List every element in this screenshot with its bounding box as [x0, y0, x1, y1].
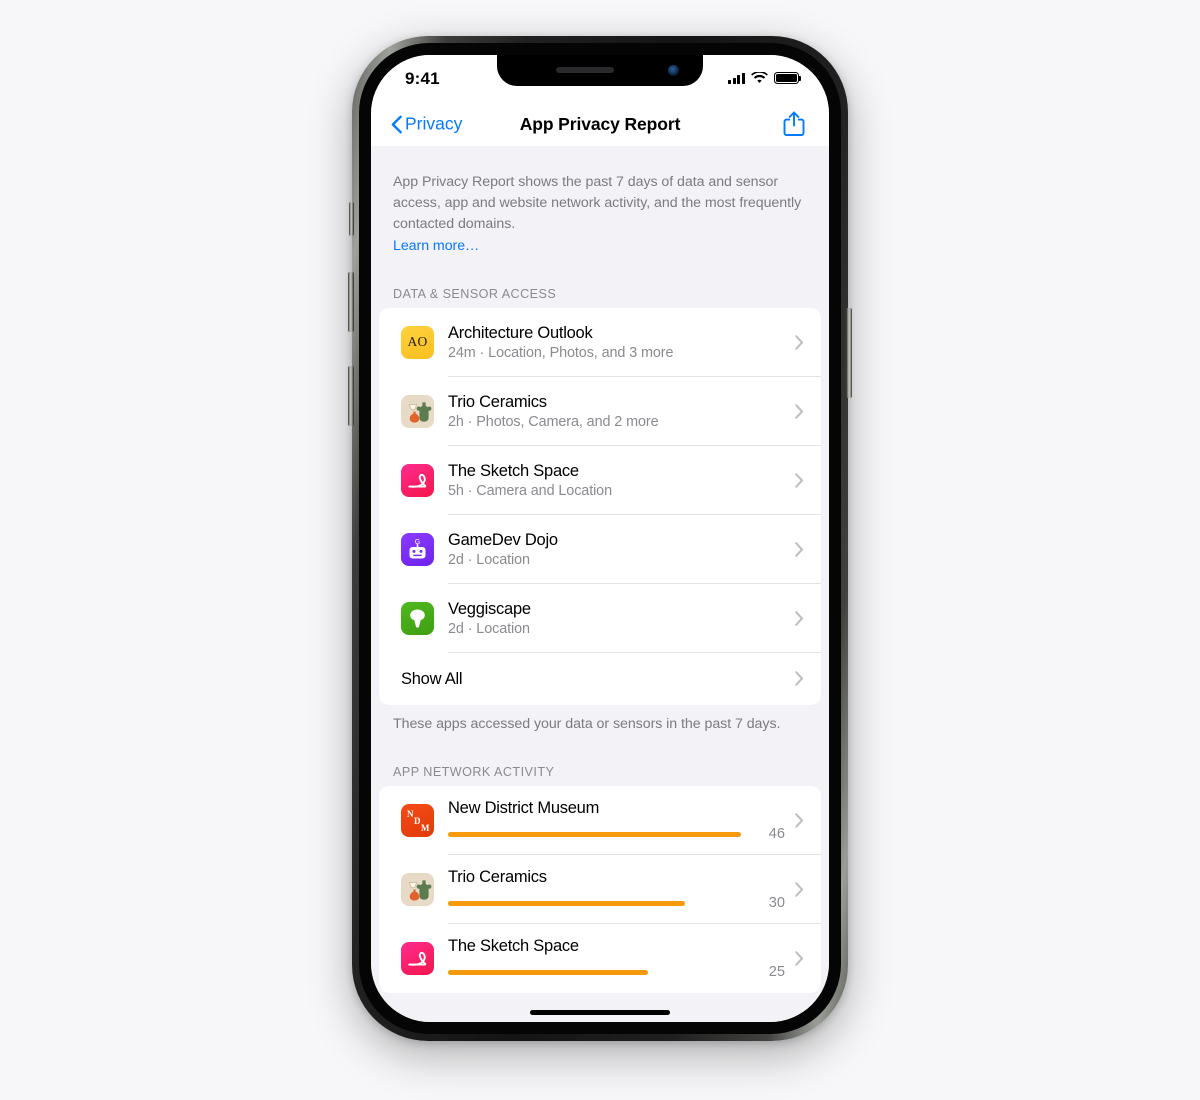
chevron-right-icon: [795, 472, 804, 488]
section-header-data-sensor-access: DATA & SENSOR ACCESS: [393, 286, 557, 301]
list-item-the-sketch-space-network[interactable]: The Sketch Space 25: [379, 924, 821, 993]
bar-fill: [448, 969, 648, 975]
list-item-the-sketch-space[interactable]: The Sketch Space 5h · Camera and Locatio…: [379, 446, 821, 515]
data-sensor-access-footnote: These apps accessed your data or sensors…: [393, 716, 781, 733]
page-content[interactable]: App Privacy Report shows the past 7 days…: [371, 146, 829, 1022]
network-activity-value: 30: [768, 895, 785, 912]
network-activity-value: 25: [768, 964, 785, 981]
cellular-signal-icon: [728, 72, 745, 84]
data-sensor-access-list: AO Architecture Outlook 24m · Location, …: [379, 307, 821, 706]
network-activity-bar: 25: [448, 964, 785, 980]
list-item-body: The Sketch Space 25: [448, 936, 795, 980]
front-camera-icon: [668, 65, 679, 76]
the-sketch-space-app-icon: [401, 463, 434, 497]
status-bar-clock: 9:41: [405, 69, 440, 88]
chevron-left-icon: [391, 115, 402, 133]
power-button[interactable]: [846, 308, 852, 398]
battery-full-icon: [774, 72, 802, 84]
list-item-body: The Sketch Space 5h · Camera and Locatio…: [448, 461, 795, 500]
app-name: GameDev Dojo: [448, 530, 558, 549]
show-all-label: Show All: [401, 669, 463, 688]
list-item-trio-ceramics-network[interactable]: Trio Ceramics 30: [379, 855, 821, 924]
show-all-body: Show All: [401, 669, 795, 690]
chevron-right-icon: [795, 610, 804, 626]
app-detail: 2d · Location: [448, 621, 530, 638]
iphone-device-frame: 9:41 Privacy App Privacy Report App Priv…: [348, 36, 852, 1041]
navigation-bar: Privacy App Privacy Report: [371, 102, 829, 146]
bar-track: [448, 969, 760, 975]
back-button-label: Privacy: [405, 113, 463, 134]
new-district-museum-app-icon: N D M: [401, 803, 434, 837]
app-detail: 2d · Location: [448, 552, 530, 569]
app-name: Trio Ceramics: [448, 392, 547, 411]
home-indicator[interactable]: [530, 1010, 670, 1015]
architecture-outlook-app-icon: AO: [401, 325, 434, 359]
the-sketch-space-app-icon: [401, 941, 434, 975]
network-activity-value: 46: [768, 826, 785, 843]
page-title: App Privacy Report: [519, 113, 681, 134]
volume-up-button[interactable]: [348, 272, 354, 332]
list-item-body: Trio Ceramics 30: [448, 867, 795, 911]
intro-text: App Privacy Report shows the past 7 days…: [393, 174, 802, 232]
share-icon[interactable]: [783, 111, 805, 137]
device-screen: 9:41 Privacy App Privacy Report App Priv…: [371, 55, 829, 1022]
chevron-right-icon: [795, 950, 804, 966]
network-activity-bar: 46: [448, 826, 785, 842]
list-item-body: Trio Ceramics 2h · Photos, Camera, and 2…: [448, 392, 795, 431]
app-name: Trio Ceramics: [448, 868, 547, 887]
trio-ceramics-app-icon: [401, 872, 434, 906]
screenshot-stage: 9:41 Privacy App Privacy Report App Priv…: [0, 0, 1200, 1100]
app-name: New District Museum: [448, 799, 600, 818]
learn-more-link[interactable]: Learn more…: [393, 236, 479, 257]
wifi-icon: [751, 72, 768, 83]
bar-fill: [448, 900, 685, 906]
chevron-right-icon: [795, 671, 804, 687]
app-name: The Sketch Space: [448, 461, 579, 480]
list-item-new-district-museum[interactable]: N D M New District Museum 46: [379, 786, 821, 855]
chevron-right-icon: [795, 334, 804, 350]
volume-down-button[interactable]: [348, 366, 354, 426]
chevron-right-icon: [795, 541, 804, 557]
back-button[interactable]: Privacy: [391, 114, 462, 135]
app-network-activity-list: N D M New District Museum 46 Trio Cerami…: [379, 785, 821, 993]
list-item-gamedev-dojo[interactable]: G GameDev Dojo 2d · Location: [379, 515, 821, 584]
app-icon-initials: AO: [407, 334, 428, 349]
mute-switch-button[interactable]: [349, 202, 354, 236]
network-activity-bar: 30: [448, 895, 785, 911]
device-bezel: 9:41 Privacy App Privacy Report App Priv…: [359, 43, 841, 1034]
app-detail: 2h · Photos, Camera, and 2 more: [448, 414, 659, 431]
bar-track: [448, 900, 760, 906]
list-item-veggiscape[interactable]: Veggiscape 2d · Location: [379, 584, 821, 653]
chevron-right-icon: [795, 881, 804, 897]
list-item-trio-ceramics[interactable]: Trio Ceramics 2h · Photos, Camera, and 2…: [379, 377, 821, 446]
app-name: Architecture Outlook: [448, 323, 593, 342]
app-detail: 24m · Location, Photos, and 3 more: [448, 345, 674, 362]
gamedev-dojo-app-icon: G: [401, 532, 434, 566]
show-all-button[interactable]: Show All: [379, 653, 821, 706]
earpiece-speaker-icon: [556, 67, 614, 73]
veggiscape-app-icon: [401, 601, 434, 635]
app-name: The Sketch Space: [448, 937, 579, 956]
bar-fill: [448, 831, 742, 837]
bar-track: [448, 831, 760, 837]
trio-ceramics-app-icon: [401, 394, 434, 428]
chevron-right-icon: [795, 812, 804, 828]
list-item-body: Veggiscape 2d · Location: [448, 599, 795, 638]
list-item-body: New District Museum 46: [448, 798, 795, 842]
app-detail: 5h · Camera and Location: [448, 483, 612, 500]
chevron-right-icon: [795, 403, 804, 419]
app-name: Veggiscape: [448, 599, 531, 618]
list-item-body: GameDev Dojo 2d · Location: [448, 530, 795, 569]
notch: [497, 55, 703, 86]
status-bar-icons: [728, 72, 802, 84]
list-item-body: Architecture Outlook 24m · Location, Pho…: [448, 323, 795, 362]
intro-description: App Privacy Report shows the past 7 days…: [371, 146, 829, 257]
section-header-app-network-activity: APP NETWORK ACTIVITY: [393, 764, 555, 779]
list-item-architecture-outlook[interactable]: AO Architecture Outlook 24m · Location, …: [379, 308, 821, 377]
